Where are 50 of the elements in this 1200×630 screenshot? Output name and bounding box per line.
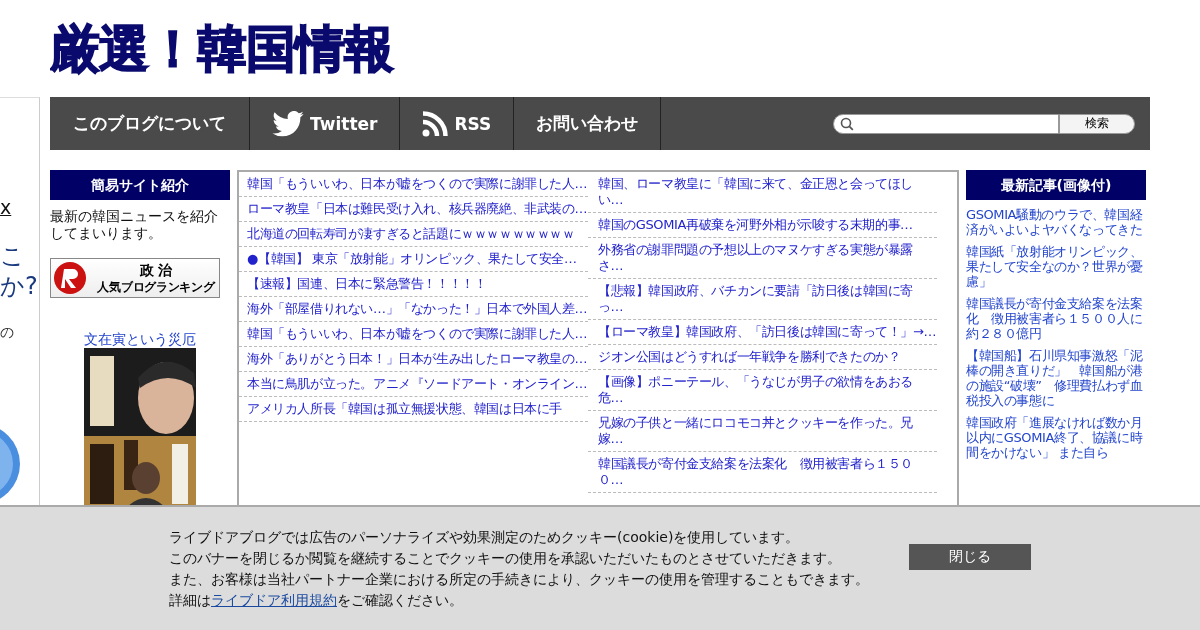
article-link[interactable]: 韓国政府「進展なければ数か月以内にGSOMIA終了、協議に時間をかけない」 また自ら	[966, 415, 1146, 460]
article-link[interactable]: 海外「ありがとう日本！」日本が生み出したローマ教皇の…	[239, 351, 588, 367]
nav-link[interactable]: このブログについて	[50, 97, 250, 150]
article-link[interactable]: アメリカ人所長「韓国は孤立無援状態、韓国は日本に手	[239, 401, 588, 417]
article-link[interactable]: 韓国「もういいわ、日本が嘘をつくので実際に謝罪した人…	[239, 176, 588, 192]
article-link[interactable]: 韓国、ローマ教皇に「韓国に来て、金正恩と会ってほしい…	[590, 176, 937, 208]
terms-link[interactable]: ライブドア利用規約	[211, 591, 337, 608]
nav-link[interactable]: お問い合わせ	[514, 97, 662, 150]
article-link[interactable]: 海外「部屋借りれない…」「なかった！」日本で外国人差…	[239, 301, 588, 317]
article-link[interactable]: 北海道の回転寿司が凄すぎると話題にｗｗｗｗｗｗｗｗｗ	[239, 226, 588, 242]
search-field[interactable]	[833, 113, 1059, 134]
site-description: 最新の韓国ニュースを紹介してまいります。	[50, 208, 219, 242]
article-link[interactable]: 韓国「もういいわ、日本が嘘をつくので実際に謝罪した人…	[239, 326, 588, 342]
sidebar-heading: 最新記事(画像付)	[966, 170, 1146, 200]
article-link[interactable]: 兄嫁の子供と一緒にロコモコ丼とクッキーを作った。兄嫁…	[590, 415, 937, 447]
rss-icon	[422, 110, 449, 137]
search-icon	[840, 116, 854, 131]
article-link[interactable]: ジオン公国はどうすれば一年戦争を勝利できたのか？	[590, 349, 937, 365]
article-link[interactable]: 韓国のGSOMIA再破棄を河野外相が示唆する末期的事…	[590, 217, 937, 233]
article-link[interactable]: 【悲報】韓国政府、バチカンに要請「訪日後は韓国に寄っ…	[590, 283, 937, 315]
bird-icon	[272, 110, 304, 137]
article-link[interactable]: ●【韓国】 東京「放射能」オリンピック、果たして安全…	[239, 251, 588, 267]
close-button[interactable]: 閉じる	[909, 543, 1031, 570]
article-link[interactable]: 本当に鳥肌が立った。アニメ『ソードアート・オンライン…	[239, 376, 588, 392]
nav-link[interactable]: Twitter	[250, 97, 401, 150]
article-link[interactable]: ローマ教皇「日本は難民受け入れ、核兵器廃絶、非武装の…	[239, 201, 588, 217]
nav-link[interactable]: RSS	[400, 97, 515, 150]
article-link[interactable]: 韓国紙「放射能オリンピック、果たして安全なのか？世界が憂慮」	[966, 244, 1146, 289]
article-link[interactable]: 韓国議長が寄付金支給案を法案化 徴用被害者ら１５００人に約２８０億円	[966, 296, 1146, 341]
site-title[interactable]: 厳選！韓国情報	[50, 23, 393, 74]
search-button[interactable]: 検索	[1059, 113, 1135, 134]
r-logo-icon	[53, 261, 87, 295]
article-link[interactable]: 【速報】国連、日本に緊急警告！！！！！	[239, 276, 588, 292]
text-fragment: か?	[0, 274, 38, 298]
cookie-notice: このバナーを閉じるか閲覧を継続することでクッキーの使用を承認いただいたものとさせていただきます。	[169, 548, 842, 568]
article-link[interactable]: 【ローマ教皇】韓国政府、「訪日後は韓国に寄って！」→…	[590, 324, 937, 340]
article-link[interactable]: 【韓国船】石川県知事激怒「泥棒の開き直りだ」 韓国船が港の施設“破壊” 修理費払わず血税投入の事態に	[966, 348, 1146, 408]
article-link[interactable]: 【画像】ポニーテール、「うなじが男子の欲情をあおる危…	[590, 374, 937, 406]
text-fragment: こ	[0, 244, 25, 268]
book-link[interactable]: 文在寅という災厄	[84, 330, 196, 348]
text-fragment: の	[0, 324, 14, 342]
article-link[interactable]: GSOMIA騒動のウラで、韓国経済がいよいよヤバくなってきた	[966, 207, 1146, 237]
article-link[interactable]: 外務省の謝罪問題の予想以上のマヌケすぎる実態が暴露さ…	[590, 242, 937, 274]
ranking-banner[interactable]: 政 治 人気ブログランキング	[50, 258, 220, 298]
article-link[interactable]: 韓国議長が寄付金支給案を法案化 徴用被害者ら１５００…	[590, 456, 937, 488]
cookie-notice: 詳細はライブドア利用規約をご確認ください。	[169, 590, 464, 610]
link-fragment[interactable]: x	[0, 196, 12, 218]
cookie-notice: また、お客様は当社パートナー企業における所定の手続きにより、クッキーの使用を管理することもできます。	[169, 569, 869, 589]
cookie-notice: ライブドアブログでは広告のパーソナライズや効果測定のためクッキー(cookie)を使用しています。	[169, 527, 801, 547]
sidebar-heading: 簡易サイト紹介	[50, 170, 230, 200]
